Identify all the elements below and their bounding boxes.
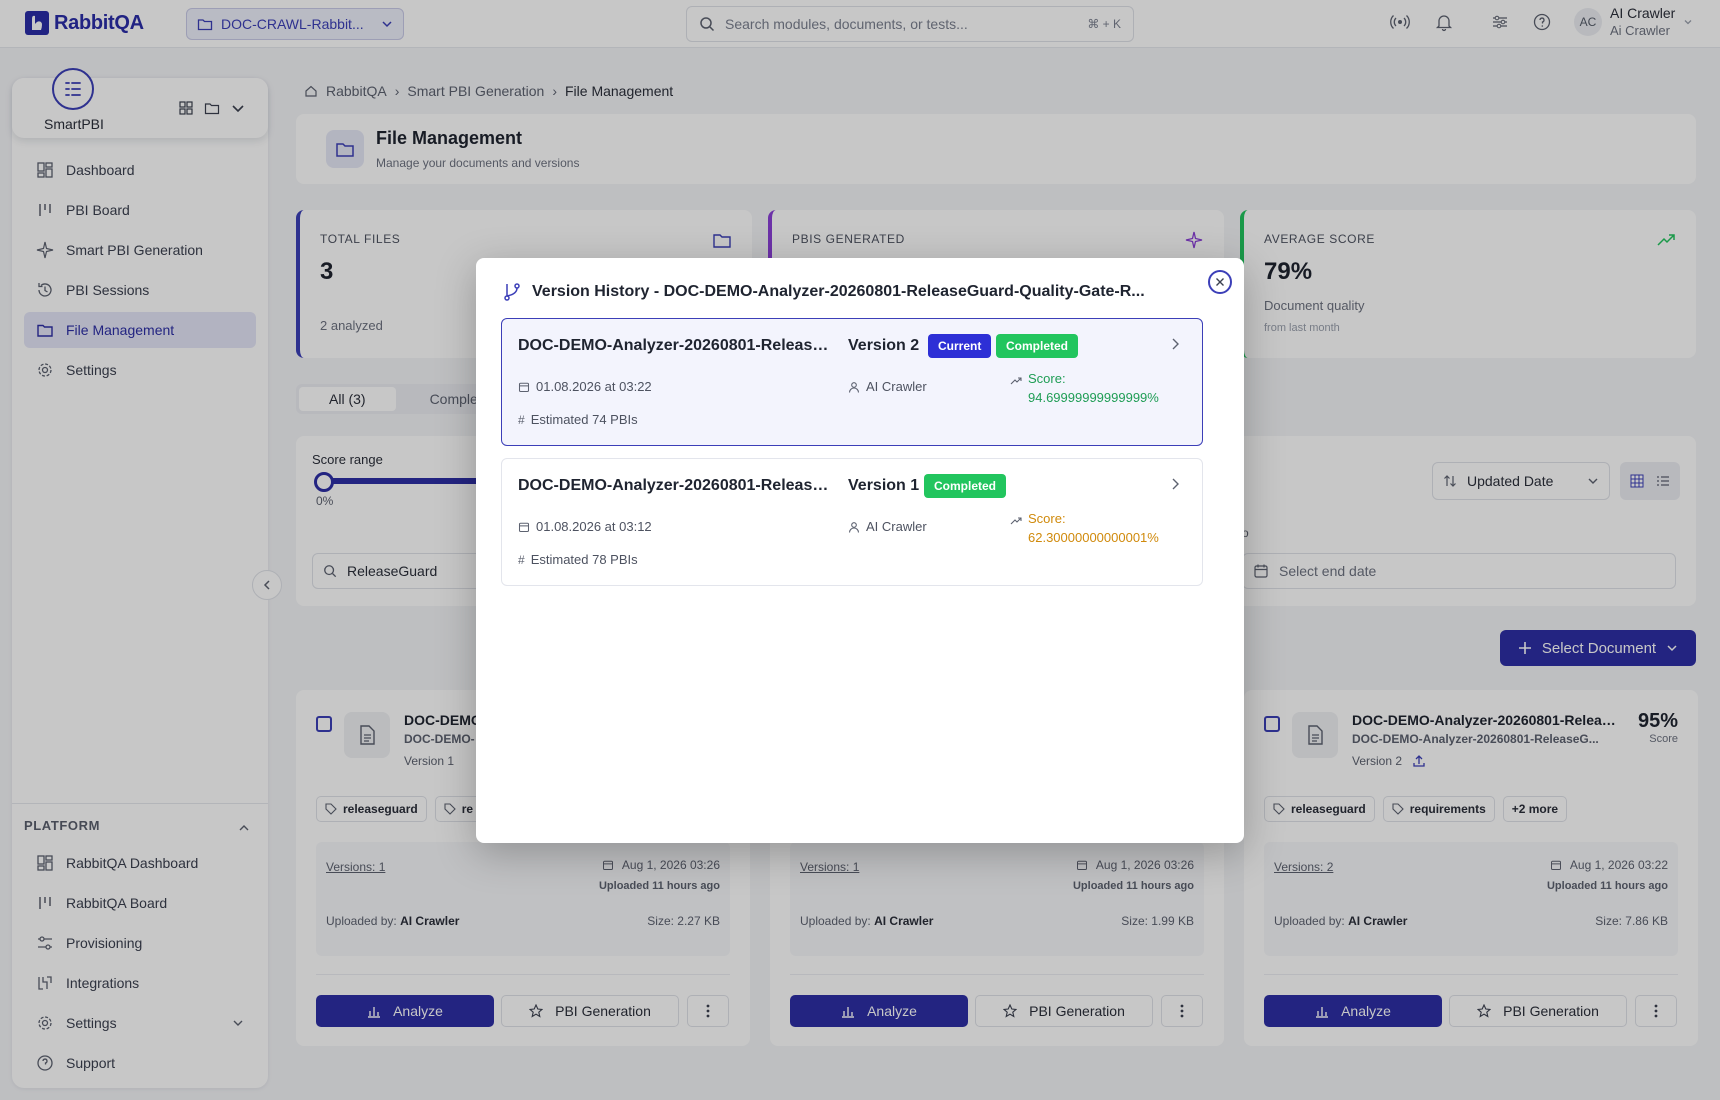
chevron-right-icon xyxy=(1172,338,1179,350)
user-icon xyxy=(848,521,860,533)
current-badge: Current xyxy=(928,334,992,358)
version-estimate: # Estimated 74 PBIs xyxy=(518,412,638,427)
trending-up-icon xyxy=(1010,377,1022,385)
trending-up-icon xyxy=(1010,517,1022,525)
version-date: 01.08.2026 at 03:22 xyxy=(518,379,652,394)
hash-icon: # xyxy=(518,552,525,567)
dialog-header: Version History - DOC-DEMO-Analyzer-2026… xyxy=(502,282,1145,302)
status-badge: Completed xyxy=(924,474,1007,498)
version-number: Version 2 xyxy=(848,337,920,354)
git-branch-icon xyxy=(504,283,520,301)
close-icon xyxy=(1216,278,1224,286)
version-document-name: DOC-DEMO-Analyzer-20260801-ReleaseGuard-… xyxy=(518,477,834,494)
calendar-icon xyxy=(518,382,530,392)
version-item[interactable]: DOC-DEMO-Analyzer-20260801-ReleaseGuard-… xyxy=(501,318,1203,446)
version-score: Score: 62.30000000000001% xyxy=(1010,509,1178,547)
user-icon xyxy=(848,381,860,393)
version-score: Score: 94.69999999999999% xyxy=(1010,369,1178,407)
version-history-dialog: Version History - DOC-DEMO-Analyzer-2026… xyxy=(476,258,1244,843)
hash-icon: # xyxy=(518,412,525,427)
version-author: AI Crawler xyxy=(848,379,927,394)
version-item[interactable]: DOC-DEMO-Analyzer-20260801-ReleaseGuard-… xyxy=(501,458,1203,586)
version-estimate: # Estimated 78 PBIs xyxy=(518,552,638,567)
dialog-title: Version History - DOC-DEMO-Analyzer-2026… xyxy=(532,283,1145,300)
version-document-name: DOC-DEMO-Analyzer-20260801-ReleaseGuard-… xyxy=(518,337,834,354)
close-button[interactable] xyxy=(1208,270,1232,294)
calendar-icon xyxy=(518,522,530,532)
version-author: AI Crawler xyxy=(848,519,927,534)
version-date: 01.08.2026 at 03:12 xyxy=(518,519,652,534)
chevron-right-icon xyxy=(1172,478,1179,490)
version-number: Version 1 xyxy=(848,477,920,494)
status-badge: Completed xyxy=(996,334,1079,358)
